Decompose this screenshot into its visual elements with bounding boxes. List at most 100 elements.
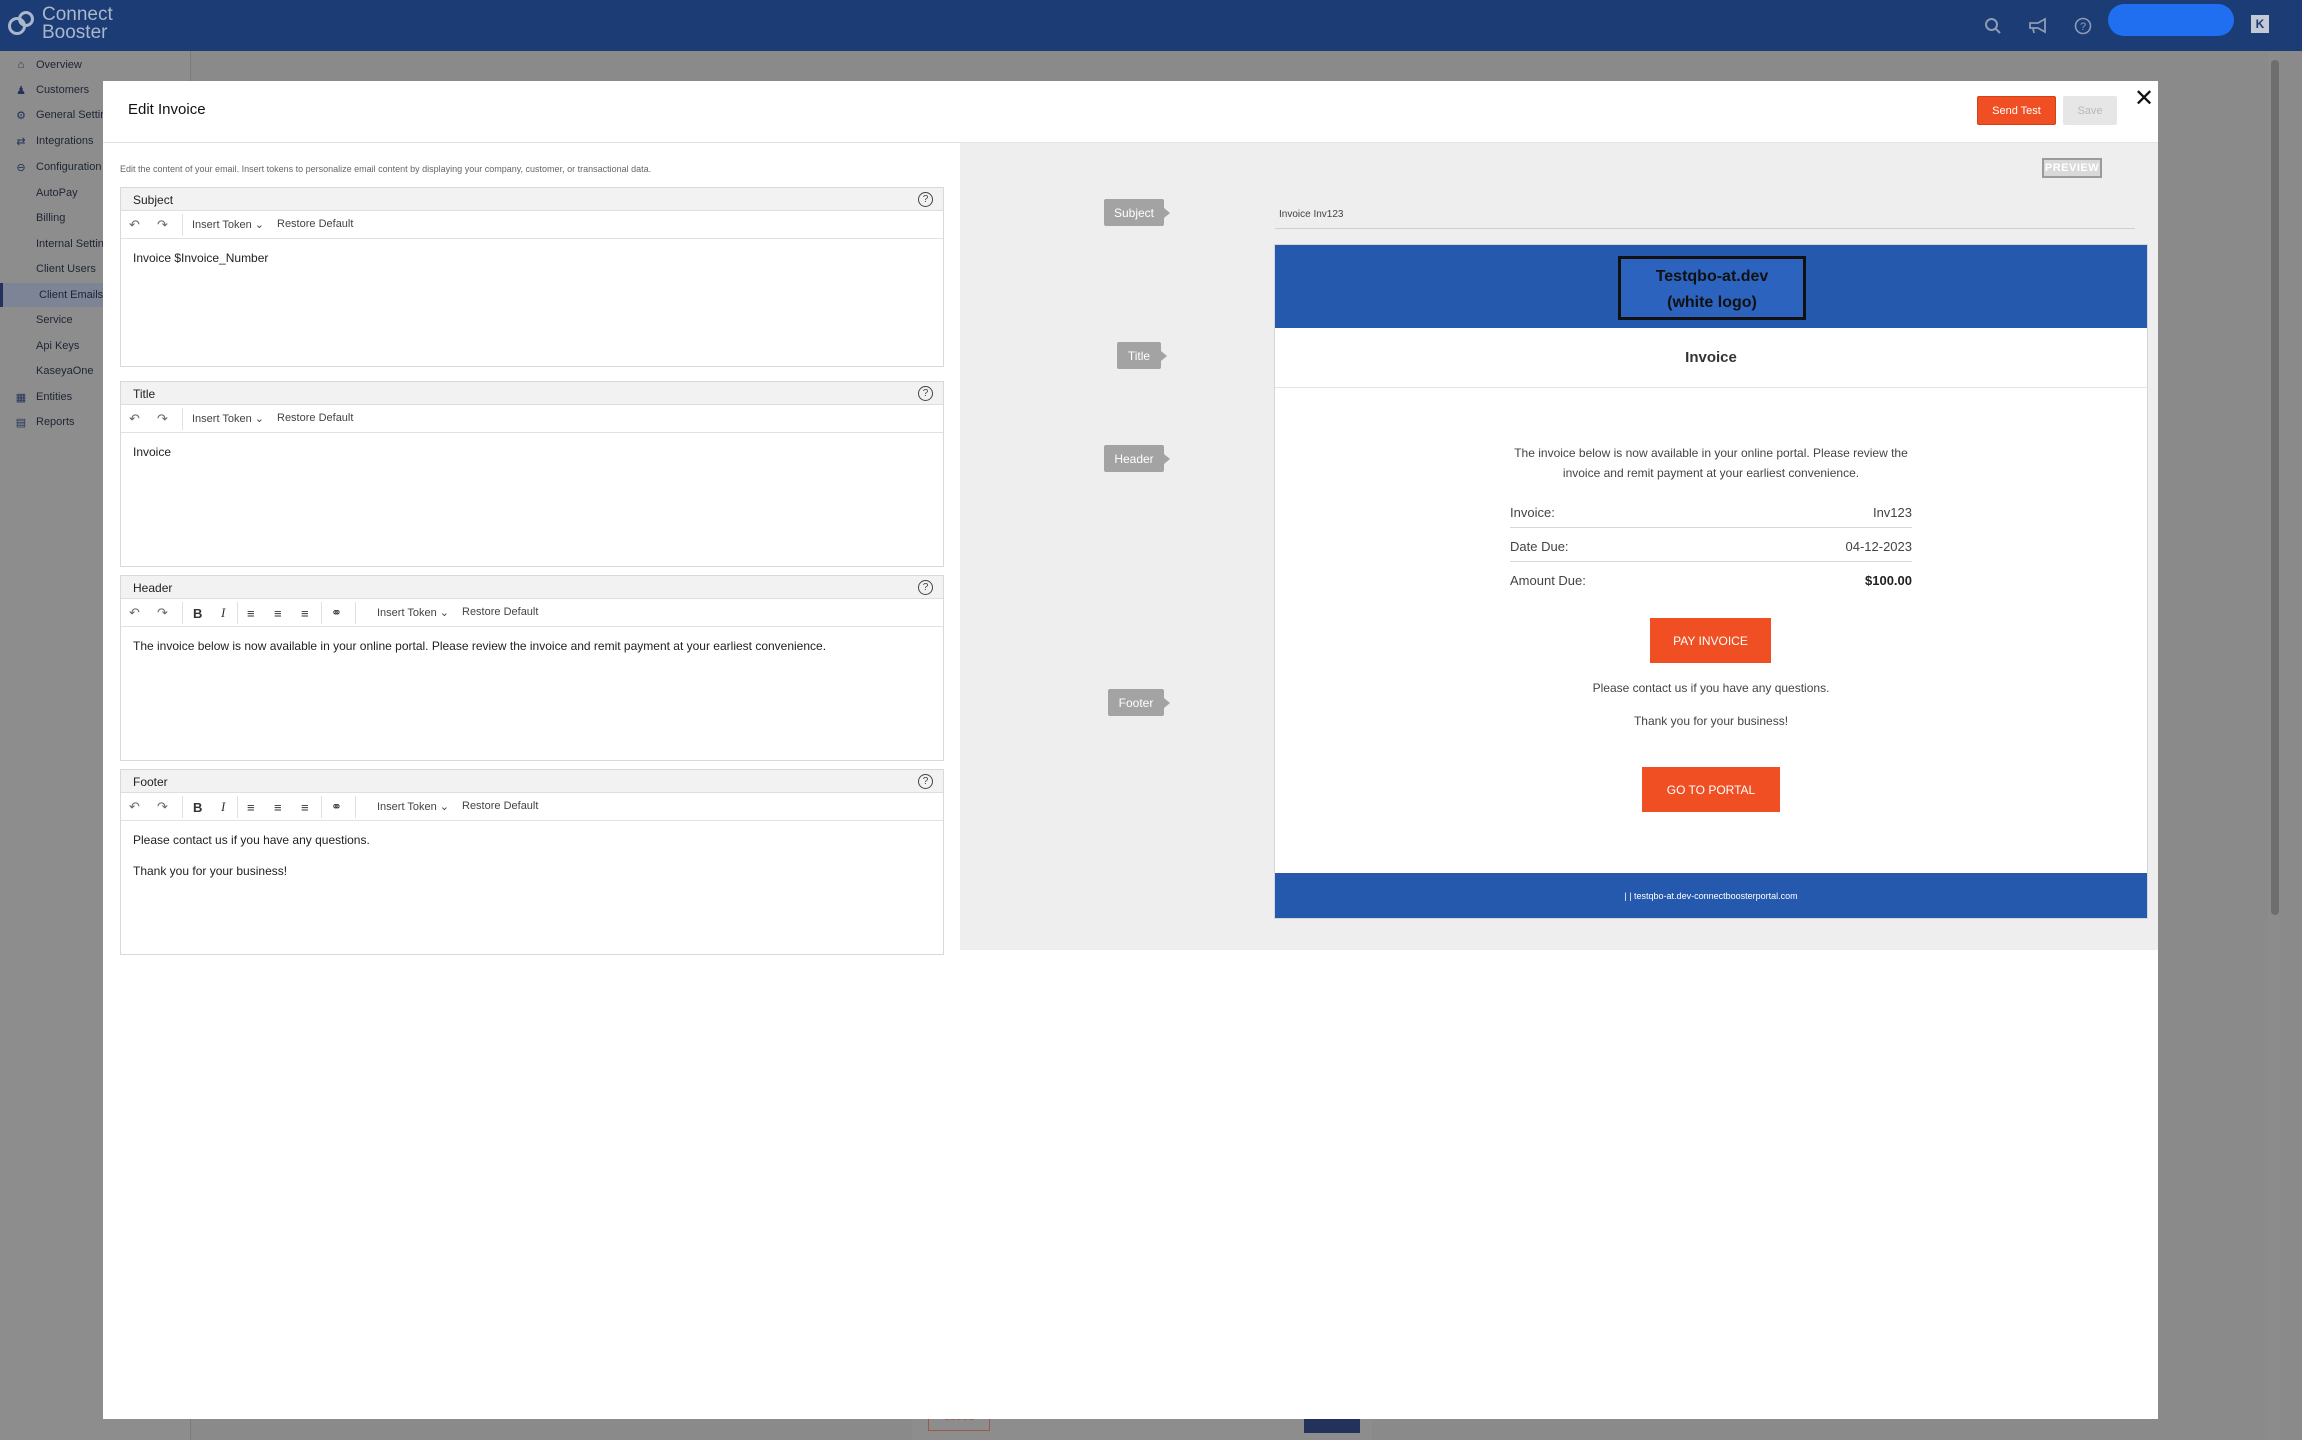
sidebar-item-label: Client Emails <box>39 289 104 301</box>
restore-default-button[interactable]: Restore Default <box>277 412 353 424</box>
contact-text: Please contact us if you have any questi… <box>1592 681 1830 695</box>
email-title: Invoice <box>1275 328 2147 388</box>
help-icon[interactable]: ? <box>918 192 933 207</box>
header-input[interactable]: The invoice below is now available in yo… <box>133 638 931 669</box>
sidebar-item-label: Overview <box>36 59 82 71</box>
align-left-icon[interactable]: ≡ <box>247 605 255 621</box>
footer-editor: Footer ? ↶ ↷ B I ≡ ≡ ≡ ⚭ Insert Token ⌄ … <box>120 769 944 955</box>
page-scrollbar-thumb[interactable] <box>2271 60 2279 915</box>
search-icon[interactable] <box>1979 12 2006 39</box>
row-value: 04-12-2023 <box>1845 539 1913 554</box>
edit-invoice-modal: Edit Invoice Send Test Save ✕ Edit the c… <box>103 81 2158 1419</box>
link-icon[interactable]: ⚭ <box>331 799 342 815</box>
editor-header: Subject ? <box>121 188 943 211</box>
megaphone-icon[interactable] <box>2024 12 2051 39</box>
svg-text:?: ? <box>2079 21 2085 33</box>
chevron-down-icon: ⌄ <box>254 413 265 425</box>
sidebar-item-label: Client Users <box>36 263 96 275</box>
go-to-portal-button[interactable]: GO TO PORTAL <box>1642 767 1780 812</box>
align-right-icon[interactable]: ≡ <box>301 605 309 621</box>
chevron-down-icon: ⌄ <box>254 219 265 231</box>
sidebar-item-label: Configuration <box>36 161 102 173</box>
logo-icon <box>8 9 38 39</box>
restore-default-button[interactable]: Restore Default <box>462 606 538 618</box>
editor-text: Thank you for your business! <box>133 864 288 878</box>
toolbar-divider <box>321 796 322 818</box>
header-tag: Header <box>1104 445 1170 472</box>
insert-token-label: Insert Token <box>377 801 437 813</box>
row-value: Inv123 <box>1872 505 1912 520</box>
title-input[interactable]: Invoice <box>133 444 931 475</box>
sidebar-item-label: Entities <box>36 391 73 403</box>
restore-default-button[interactable]: Restore Default <box>462 800 538 812</box>
amount-due-row: Amount Due: $100.00 <box>1510 566 1912 596</box>
undo-icon[interactable]: ↶ <box>129 799 140 815</box>
footer-input[interactable]: Please contact us if you have any questi… <box>133 832 931 894</box>
redo-icon[interactable]: ↷ <box>157 217 168 233</box>
header-editor: Header ? ↶ ↷ B I ≡ ≡ ≡ ⚭ Insert Token ⌄ … <box>120 575 944 761</box>
align-center-icon[interactable]: ≡ <box>274 799 282 815</box>
italic-icon[interactable]: I <box>221 605 225 621</box>
undo-icon[interactable]: ↶ <box>129 217 140 233</box>
insert-token-dropdown[interactable]: Insert Token ⌄ <box>377 606 449 619</box>
help-icon[interactable]: ? <box>918 580 933 595</box>
align-left-icon[interactable]: ≡ <box>247 799 255 815</box>
undo-icon[interactable]: ↶ <box>129 605 140 621</box>
modal-title: Edit Invoice <box>128 101 206 118</box>
restore-default-button[interactable]: Restore Default <box>277 218 353 230</box>
toolbar-divider <box>182 602 183 624</box>
help-icon[interactable]: ? <box>918 774 933 789</box>
editor-text: Invoice $Invoice_Number <box>133 251 269 265</box>
bold-icon[interactable]: B <box>193 799 202 815</box>
toolbar-divider <box>182 214 183 236</box>
row-key: Date Due: <box>1510 539 1569 554</box>
link-icon[interactable]: ⚭ <box>331 605 342 621</box>
insert-token-dropdown[interactable]: Insert Token ⌄ <box>377 800 449 813</box>
logo-text-line2: Booster <box>42 22 108 43</box>
subject-input[interactable]: Invoice $Invoice_Number <box>133 250 931 281</box>
insert-token-label: Insert Token <box>377 607 437 619</box>
editor-description: Edit the content of your email. Insert t… <box>120 164 652 174</box>
redo-icon[interactable]: ↷ <box>157 605 168 621</box>
align-center-icon[interactable]: ≡ <box>274 605 282 621</box>
editor-header: Header ? <box>121 576 943 599</box>
insert-token-dropdown[interactable]: Insert Token ⌄ <box>192 218 264 231</box>
preview-pane: PREVIEW Subject Invoice Inv123 Title Hea… <box>960 143 2158 950</box>
insert-token-label: Insert Token <box>192 413 252 425</box>
italic-icon[interactable]: I <box>221 799 225 815</box>
sidebar-item-overview[interactable]: ⌂ Overview <box>0 53 191 77</box>
logo-text: Connect Booster <box>42 5 113 43</box>
editor-label: Subject <box>133 193 174 207</box>
redo-icon[interactable]: ↷ <box>157 411 168 427</box>
pay-invoice-button[interactable]: PAY INVOICE <box>1650 618 1771 663</box>
insert-token-label: Insert Token <box>192 219 252 231</box>
user-menu[interactable] <box>2108 4 2234 36</box>
user-badge[interactable]: K <box>2251 15 2269 33</box>
row-key: Invoice: <box>1510 505 1555 520</box>
sidebar-item-label: Billing <box>36 212 66 224</box>
subject-tag: Subject <box>1104 199 1170 226</box>
insert-token-dropdown[interactable]: Insert Token ⌄ <box>192 412 264 425</box>
connectbooster-logo[interactable]: Connect Booster <box>8 5 113 43</box>
undo-icon[interactable]: ↶ <box>129 411 140 427</box>
align-right-icon[interactable]: ≡ <box>301 799 309 815</box>
lock-icon: ⊖ <box>16 161 26 174</box>
sidebar-item-label: KaseyaOne <box>36 365 94 377</box>
bold-icon[interactable]: B <box>193 605 202 621</box>
redo-icon[interactable]: ↷ <box>157 799 168 815</box>
row-key: Amount Due: <box>1510 573 1586 588</box>
save-button[interactable]: Save <box>2063 96 2117 125</box>
row-value: $100.00 <box>1865 573 1912 588</box>
toolbar-divider <box>182 796 183 818</box>
top-bar: Connect Booster ? K <box>0 0 2302 51</box>
toolbar-divider <box>237 602 238 624</box>
toolbar-divider <box>355 796 356 818</box>
logo-line1: Testqbo-at.dev <box>1655 268 1769 285</box>
send-test-button[interactable]: Send Test <box>1977 96 2056 125</box>
help-icon[interactable]: ? <box>918 386 933 401</box>
close-icon[interactable]: ✕ <box>2130 84 2158 112</box>
email-footer: | | testqbo-at.dev-connectboosterportal.… <box>1275 873 2147 918</box>
editor-label: Title <box>133 387 156 401</box>
help-icon[interactable]: ? <box>2069 12 2096 39</box>
settings-icon: ⚙ <box>16 109 26 122</box>
